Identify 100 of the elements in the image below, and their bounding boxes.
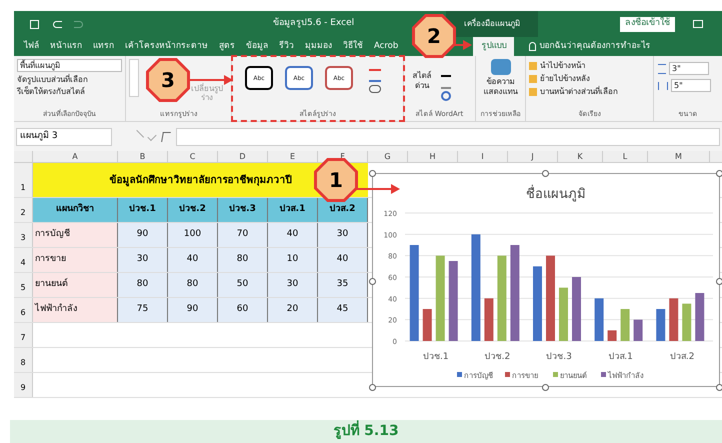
table-cell: 30: [318, 223, 368, 247]
column-header[interactable]: K: [558, 151, 603, 162]
bar: [682, 304, 692, 341]
alt-text-button[interactable]: ข้อความแสดงแทน: [478, 77, 523, 97]
formula-input[interactable]: [176, 128, 720, 146]
lightbulb-icon[interactable]: [529, 42, 536, 51]
column-header[interactable]: H: [408, 151, 458, 162]
column-header[interactable]: J: [508, 151, 558, 162]
ribbon-tab[interactable]: แทรก: [93, 37, 114, 56]
width-icon: [658, 82, 668, 90]
table-cell: 35: [318, 273, 368, 297]
bar: [572, 277, 581, 341]
table-cell: 60: [218, 298, 268, 322]
header-cell: แผนกวิชา: [33, 198, 118, 222]
table-cell: 30: [268, 273, 318, 297]
table-cell: 80: [168, 273, 218, 297]
ribbon-display-icon[interactable]: [693, 20, 704, 28]
column-header[interactable]: E: [268, 151, 318, 162]
resize-handle[interactable]: [716, 278, 722, 285]
ribbon-tab[interactable]: เค้าโครงหน้ากระดาษ: [125, 37, 208, 56]
row-header[interactable]: 3: [14, 223, 33, 247]
resize-handle[interactable]: [542, 170, 549, 177]
table-cell: 80: [118, 273, 168, 297]
resize-handle[interactable]: [369, 278, 376, 285]
arrange-button[interactable]: บานหน้าต่างส่วนที่เลือก: [540, 86, 618, 98]
column-header[interactable]: A: [33, 151, 118, 162]
sign-in-button[interactable]: ลงชื่อเข้าใช้: [620, 16, 676, 32]
ribbon-tab[interactable]: รูปแบบ: [473, 37, 514, 56]
window-title: ข้อมูลรูป5.6 - Excel: [273, 17, 354, 30]
table-cell: 75: [118, 298, 168, 322]
column-header[interactable]: C: [168, 151, 218, 162]
row-header[interactable]: 5: [14, 273, 33, 297]
ribbon-tab[interactable]: ไฟล์: [24, 37, 39, 56]
ribbon-tab[interactable]: วิธีใช้: [343, 37, 363, 56]
category-label: ปวช.3: [546, 352, 572, 362]
bar: [594, 298, 604, 341]
category-label: ปวช.2: [484, 352, 510, 362]
column-header[interactable]: M: [648, 151, 710, 162]
row-header[interactable]: 1: [14, 163, 33, 197]
bar: [669, 298, 678, 341]
table-cell: 30: [118, 248, 168, 272]
header-cell: ปวส.2: [318, 198, 368, 222]
column-header[interactable]: I: [458, 151, 508, 162]
row-header[interactable]: 4: [14, 248, 33, 272]
table-cell: 40: [168, 248, 218, 272]
header-cell: ปวช.2: [168, 198, 218, 222]
insert-function-icon[interactable]: [161, 132, 171, 142]
row-header[interactable]: 8: [14, 348, 33, 372]
table-cell: 10: [268, 248, 318, 272]
row-header[interactable]: 2: [14, 198, 33, 222]
header-cell: ปวช.3: [218, 198, 268, 222]
column-header[interactable]: G: [368, 151, 408, 162]
resize-handle[interactable]: [369, 384, 376, 391]
tell-me-field[interactable]: บอกฉันว่าคุณต้องการทำอะไร: [539, 37, 650, 56]
resize-handle[interactable]: [716, 170, 722, 177]
column-header[interactable]: D: [218, 151, 268, 162]
table-cell: 70: [218, 223, 268, 247]
quick-styles-button[interactable]: สไตล์ด่วน: [407, 71, 437, 91]
category-label: ปวช.1: [423, 352, 449, 362]
table-cell: 40: [318, 248, 368, 272]
reset-style-button[interactable]: รีเซ็ตให้ตรงกับสไตล์: [17, 86, 122, 98]
chart-title: ชื่อแผนภูมิ: [526, 187, 586, 202]
ribbon-tab[interactable]: หน้าแรก: [50, 37, 82, 56]
height-field[interactable]: 3": [669, 62, 709, 75]
ribbon-tab[interactable]: มุมมอง: [305, 37, 332, 56]
chart-elements-dropdown[interactable]: พื้นที่แผนภูมิ: [17, 59, 122, 72]
width-field[interactable]: 5": [671, 79, 711, 92]
undo-icon[interactable]: [53, 20, 62, 28]
table-cell: 45: [318, 298, 368, 322]
bar: [608, 330, 617, 341]
bar: [620, 309, 630, 341]
table-cell: 20: [268, 298, 318, 322]
row-header[interactable]: 6: [14, 298, 33, 322]
row-header[interactable]: 9: [14, 373, 33, 397]
ribbon-tab[interactable]: Acrob: [374, 37, 398, 56]
arrange-button[interactable]: นำไปข้างหน้า: [540, 60, 585, 72]
table-cell: 50: [218, 273, 268, 297]
bar: [484, 298, 494, 341]
resize-handle[interactable]: [542, 384, 549, 391]
column-header[interactable]: B: [118, 151, 168, 162]
ribbon-tab[interactable]: สูตร: [219, 37, 235, 56]
table-cell: 90: [118, 223, 168, 247]
text-effects-icon[interactable]: [441, 91, 451, 101]
table-cell: ยานยนต์: [33, 273, 118, 297]
resize-handle[interactable]: [716, 384, 722, 391]
header-cell: ปวส.1: [268, 198, 318, 222]
save-icon[interactable]: [30, 20, 39, 28]
format-selection-button[interactable]: จัดรูปแบบส่วนที่เลือก: [17, 74, 122, 86]
resize-handle[interactable]: [369, 170, 376, 177]
picture-icon[interactable]: [490, 59, 510, 75]
table-cell: 40: [268, 223, 318, 247]
name-box[interactable]: แผนภูมิ 3: [16, 128, 112, 146]
arrange-button[interactable]: ย้ายไปข้างหลัง: [540, 72, 590, 84]
column-header[interactable]: L: [603, 151, 648, 162]
ribbon-tab[interactable]: ข้อมูล: [246, 37, 268, 56]
header-cell: ปวช.1: [118, 198, 168, 222]
ribbon-tab[interactable]: รีวิว: [279, 37, 294, 56]
figure-caption: รูปที่ 5.13: [333, 421, 399, 442]
shape-effects-icon[interactable]: [369, 85, 381, 93]
row-header[interactable]: 7: [14, 323, 33, 347]
